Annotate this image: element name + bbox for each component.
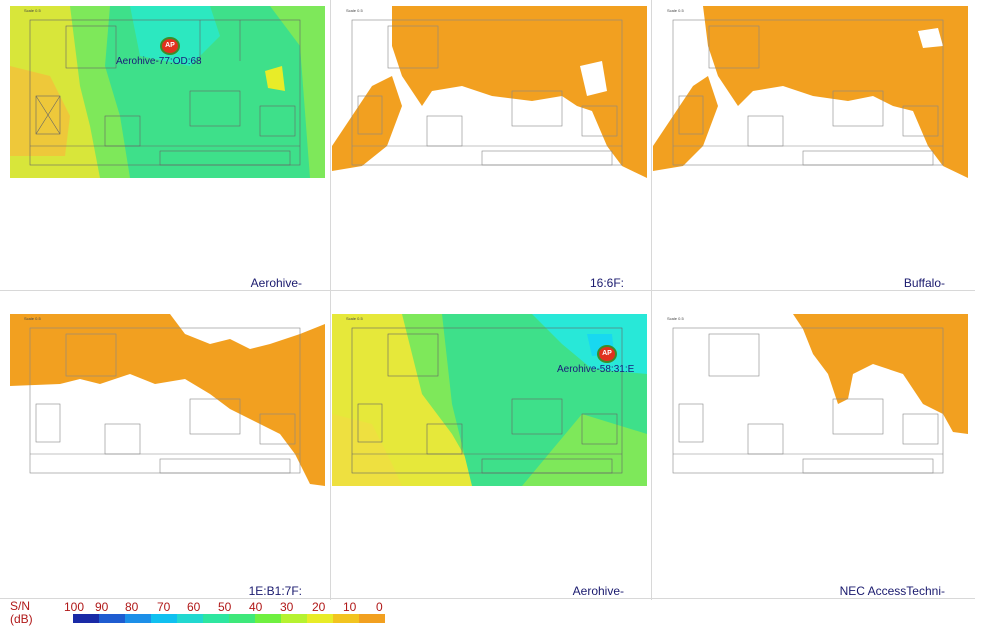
- heatmap-panel-6[interactable]: Scale 0.5 NEC AccessTechni-: [653, 314, 973, 604]
- legend-tick: 70: [157, 600, 171, 614]
- legend-tick: 100: [64, 600, 85, 614]
- access-point-label: Aerohive-77:OD:68: [116, 56, 202, 67]
- legend-swatch: [99, 614, 125, 623]
- scale-label: Scale 0.5: [667, 8, 684, 13]
- legend-swatch: [281, 614, 307, 623]
- grid-divider: [330, 0, 331, 600]
- legend-tick: 90: [95, 600, 109, 614]
- panel-caption: Buffalo-: [903, 276, 945, 290]
- floorplan-heatmap[interactable]: Scale 0.5 AP Aerohive-77:OD:68: [10, 6, 325, 178]
- access-point-label: Aerohive-58:31:E: [557, 364, 635, 375]
- heatmap-panel-3[interactable]: Scale 0.5 Buffalo-: [653, 6, 973, 296]
- legend-tick: 50: [218, 600, 232, 614]
- heatmap-panel-5[interactable]: Scale 0.5 AP Aerohive-58:31:E Aerohive-: [332, 314, 652, 604]
- heatmap-panel-1[interactable]: Scale 0.5 AP Aerohive-77:OD:68 Aerohive-: [10, 6, 330, 296]
- legend-swatch: [333, 614, 359, 623]
- legend-tick: 10: [343, 600, 357, 614]
- legend-swatch: [151, 614, 177, 623]
- access-point-icon[interactable]: AP: [160, 37, 180, 55]
- legend-swatch: [307, 614, 333, 623]
- legend-swatch: [125, 614, 151, 623]
- legend-tick: 40: [249, 600, 263, 614]
- floorplan-heatmap[interactable]: Scale 0.5: [653, 6, 968, 178]
- legend-swatch: [359, 614, 385, 623]
- scale-label: Scale 0.5: [667, 316, 684, 321]
- panel-caption: NEC AccessTechni-: [839, 584, 945, 598]
- legend-color-scale: [73, 614, 385, 623]
- panel-caption: Aerohive-: [250, 276, 302, 290]
- legend-tick: 0: [376, 600, 383, 614]
- access-point-icon[interactable]: AP: [597, 345, 617, 363]
- legend-tick: 60: [187, 600, 201, 614]
- heatmap-panel-2[interactable]: Scale 0.5 16:6F:: [332, 6, 652, 296]
- legend-swatch: [255, 614, 281, 623]
- legend-tick: 30: [280, 600, 294, 614]
- floorplan-heatmap[interactable]: Scale 0.5 AP Aerohive-58:31:E: [332, 314, 647, 486]
- legend-swatch: [203, 614, 229, 623]
- scale-label: Scale 0.5: [346, 316, 363, 321]
- legend-tick: 80: [125, 600, 139, 614]
- legend-title: S/N (dB): [10, 600, 33, 626]
- panel-caption: 1E:B1:7F:: [248, 584, 302, 598]
- scale-label: Scale 0.5: [346, 8, 363, 13]
- panel-caption: Aerohive-: [572, 584, 624, 598]
- legend-title-line2: (dB): [10, 612, 33, 626]
- panel-caption: 16:6F:: [589, 276, 624, 290]
- legend-swatch: [229, 614, 255, 623]
- scale-label: Scale 0.5: [24, 316, 41, 321]
- legend-swatch: [177, 614, 203, 623]
- floorplan-heatmap[interactable]: Scale 0.5: [10, 314, 325, 486]
- floorplan-heatmap[interactable]: Scale 0.5: [653, 314, 968, 486]
- floorplan-heatmap[interactable]: Scale 0.5: [332, 6, 647, 178]
- scale-label: Scale 0.5: [24, 8, 41, 13]
- legend-tick: 20: [312, 600, 326, 614]
- legend-swatch: [73, 614, 99, 623]
- heatmap-panel-4[interactable]: Scale 0.5 1E:B1:7F:: [10, 314, 330, 604]
